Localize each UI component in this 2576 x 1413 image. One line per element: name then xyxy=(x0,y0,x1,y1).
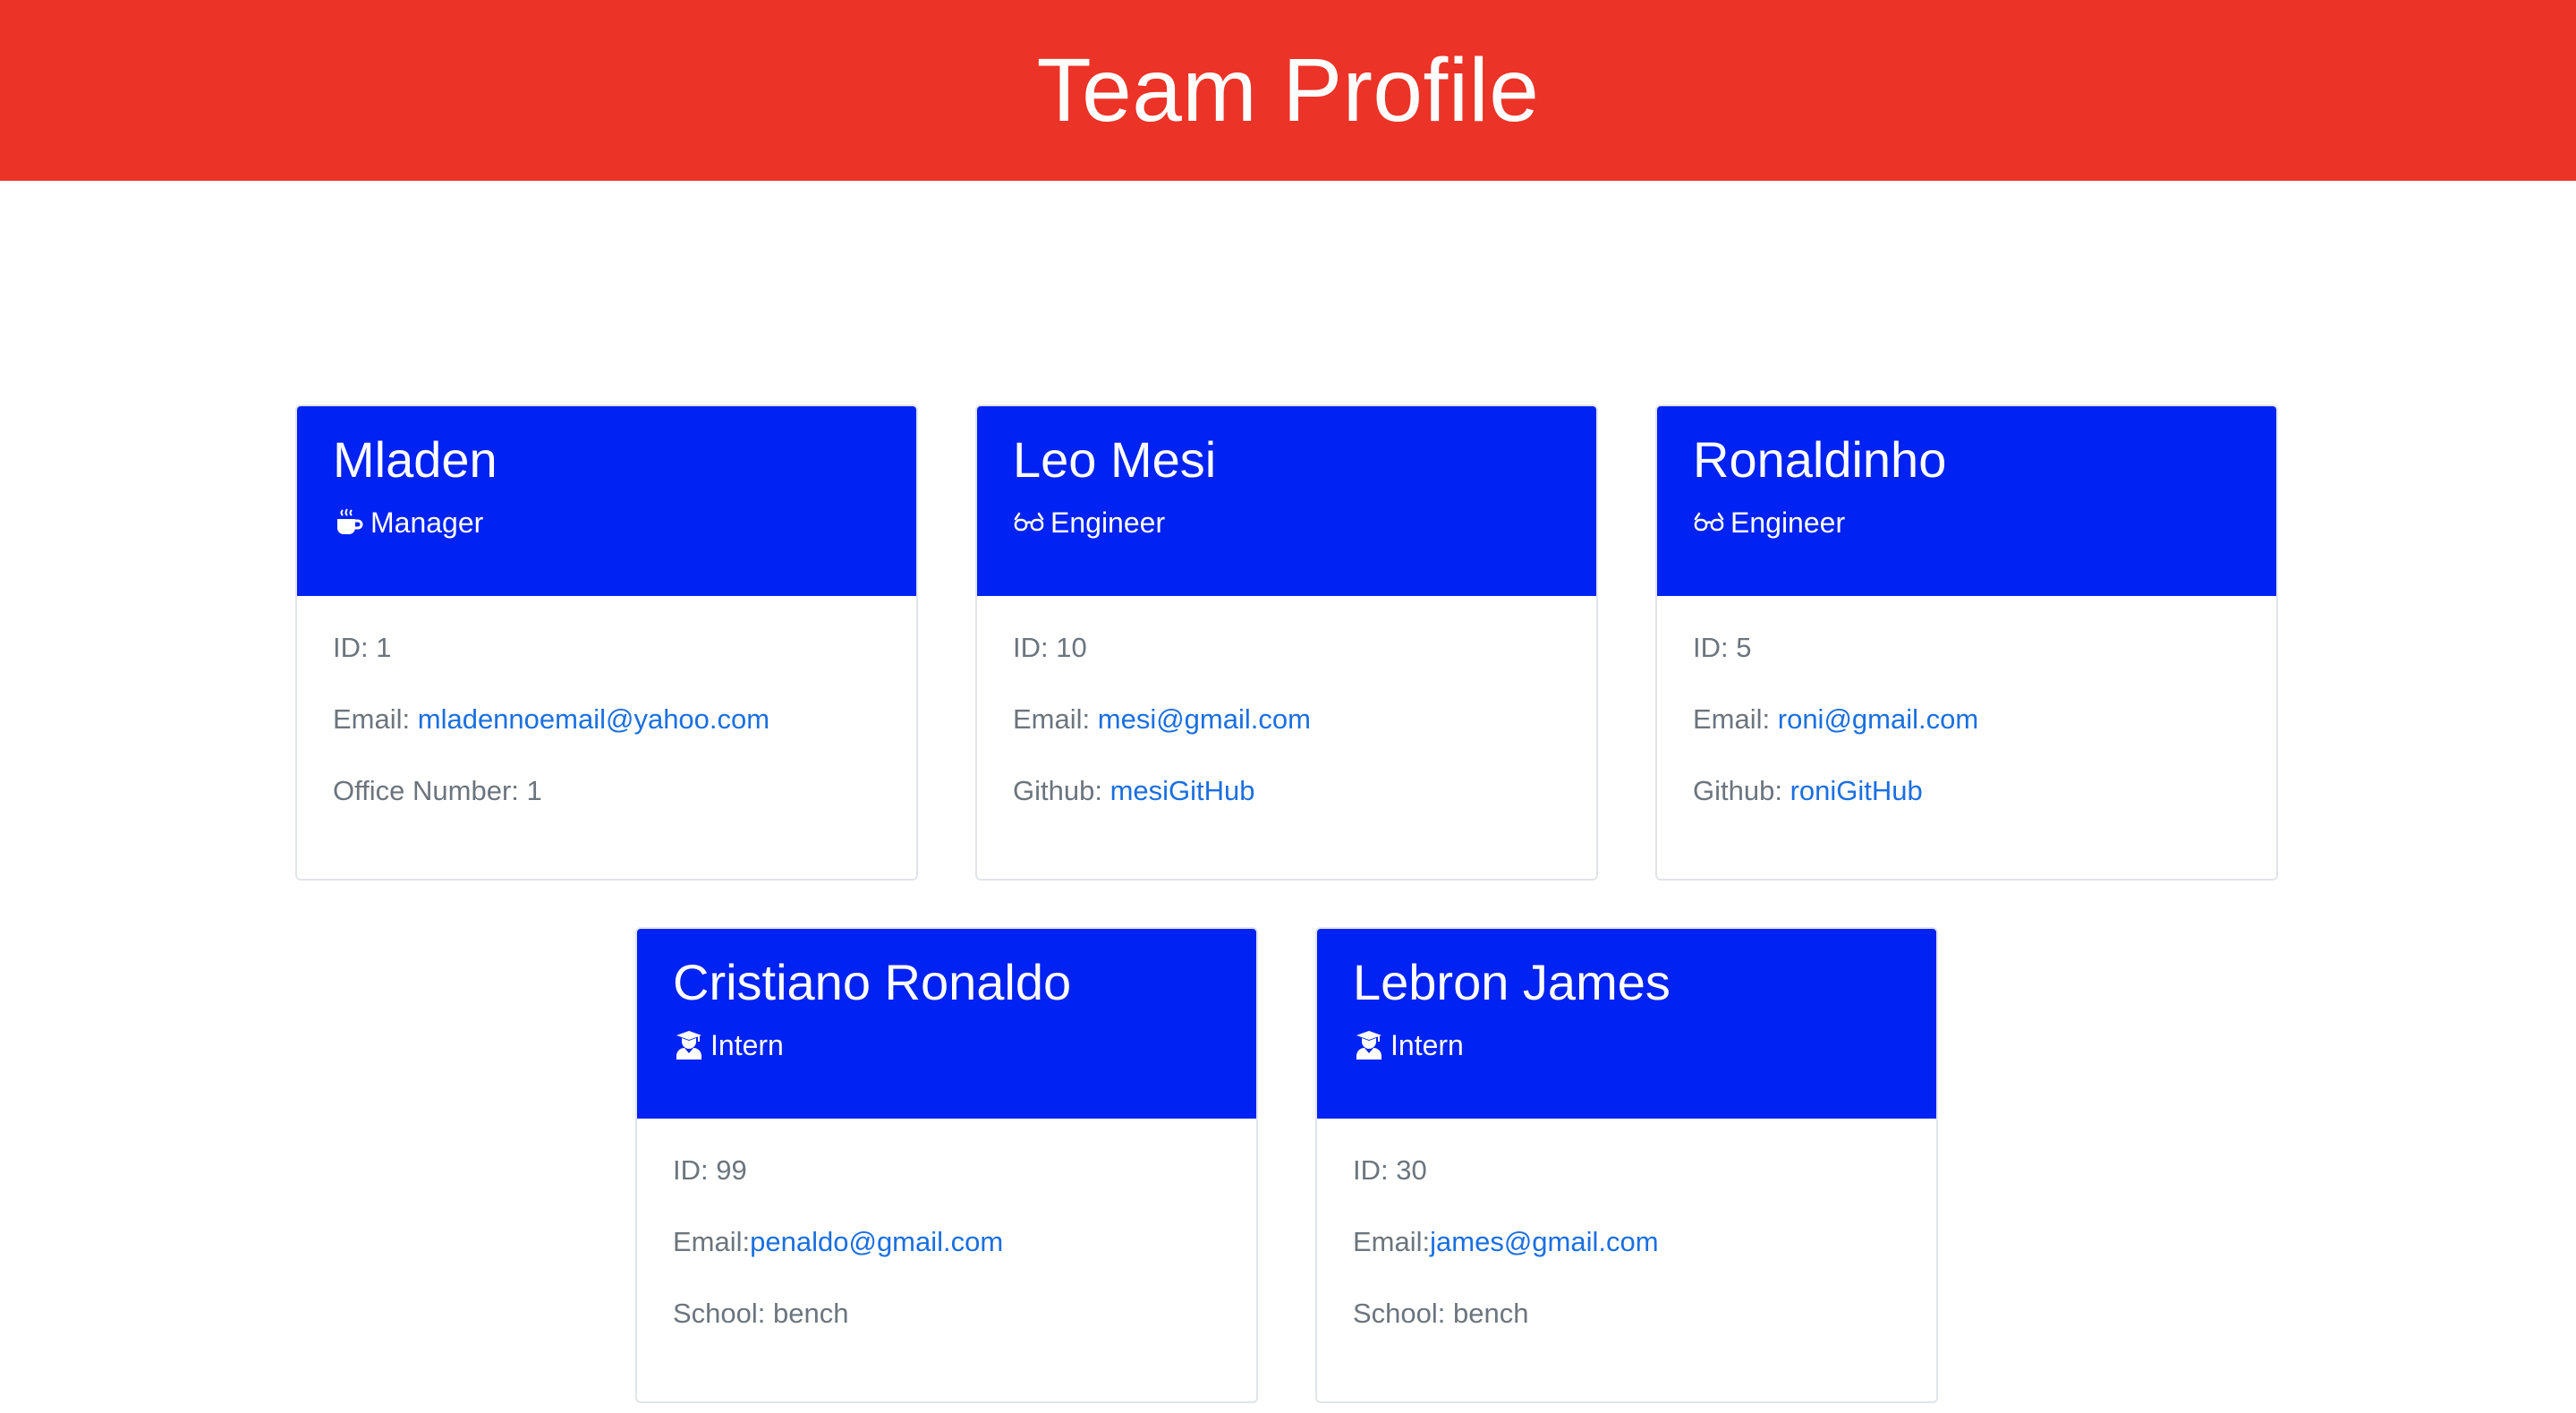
email-link[interactable]: roni@gmail.com xyxy=(1778,703,1978,735)
card-body: ID: 99 Email:penaldo@gmail.com School: b… xyxy=(637,1119,1256,1332)
employee-name: Cristiano Ronaldo xyxy=(673,954,1072,1010)
employee-card: Lebron James Intern ID: 30 Email:james@g… xyxy=(1315,927,1938,1403)
role-label: Intern xyxy=(710,1029,784,1061)
graduate-icon xyxy=(673,1029,705,1061)
role-label: Engineer xyxy=(1730,506,1846,539)
email-label: Email: xyxy=(1693,703,1778,735)
github-row: Github: roniGitHub xyxy=(1693,773,2240,809)
github-link[interactable]: roniGitHub xyxy=(1790,775,1923,806)
employee-card: Cristiano Ronaldo Intern ID: 99 Email:pe… xyxy=(635,927,1258,1403)
email-label: Email: xyxy=(1353,1226,1431,1257)
employee-role: Engineer xyxy=(1013,505,1560,541)
email-label: Email: xyxy=(333,703,418,735)
employee-name: Mladen xyxy=(333,431,497,488)
employee-role: Intern xyxy=(1353,1027,1900,1063)
employee-email-row: Email: roni@gmail.com xyxy=(1693,702,2240,737)
employee-id: ID: 30 xyxy=(1353,1154,1427,1186)
employee-name: Ronaldinho xyxy=(1693,431,1947,488)
github-link[interactable]: mesiGitHub xyxy=(1110,775,1255,806)
email-link[interactable]: mesi@gmail.com xyxy=(1098,703,1311,735)
role-label: Intern xyxy=(1390,1029,1464,1061)
page-header: Team Profile xyxy=(0,0,2576,181)
card-body: ID: 30 Email:james@gmail.com School: ben… xyxy=(1317,1119,1936,1332)
employee-card: Mladen Manager ID: 1 Email: mladennoemai… xyxy=(295,404,918,881)
employee-role: Engineer xyxy=(1693,505,2240,541)
employee-card: Ronaldinho Engineer ID: 5 Email: roni@gm… xyxy=(1655,404,2278,881)
employee-card: Leo Mesi Engineer ID: 10 Email: mesi@gma… xyxy=(975,404,1598,881)
employee-id: ID: 5 xyxy=(1693,632,1752,663)
card-header: Lebron James Intern xyxy=(1317,929,1936,1119)
employee-id: ID: 99 xyxy=(673,1154,747,1186)
github-label: Github: xyxy=(1013,775,1110,806)
glasses-icon xyxy=(1693,506,1725,539)
employee-email-row: Email:penaldo@gmail.com xyxy=(673,1224,1220,1260)
email-link[interactable]: james@gmail.com xyxy=(1430,1226,1658,1257)
page-title: Team Profile xyxy=(1036,40,1540,140)
employee-email-row: Email: mesi@gmail.com xyxy=(1013,702,1560,737)
card-header: Leo Mesi Engineer xyxy=(977,406,1596,596)
employee-name: Leo Mesi xyxy=(1013,431,1217,488)
mug-icon xyxy=(333,506,365,539)
role-label: Engineer xyxy=(1050,506,1166,539)
github-row: Github: mesiGitHub xyxy=(1013,773,1560,809)
email-label: Email: xyxy=(673,1226,751,1257)
office-number: Office Number: 1 xyxy=(333,775,542,806)
employee-role: Intern xyxy=(673,1027,1220,1063)
email-link[interactable]: mladennoemail@yahoo.com xyxy=(418,703,769,735)
card-header: Ronaldinho Engineer xyxy=(1657,406,2276,596)
employee-name: Lebron James xyxy=(1353,954,1671,1010)
glasses-icon xyxy=(1013,506,1045,539)
card-header: Cristiano Ronaldo Intern xyxy=(637,929,1256,1119)
email-link[interactable]: penaldo@gmail.com xyxy=(750,1226,1003,1257)
school-row: School: bench xyxy=(673,1298,849,1329)
graduate-icon xyxy=(1353,1029,1385,1061)
card-body: ID: 1 Email: mladennoemail@yahoo.com Off… xyxy=(297,596,916,809)
role-label: Manager xyxy=(370,506,484,539)
card-header: Mladen Manager xyxy=(297,406,916,596)
github-label: Github: xyxy=(1693,775,1790,806)
employee-id: ID: 1 xyxy=(333,632,392,663)
school-row: School: bench xyxy=(1353,1298,1529,1329)
employee-role: Manager xyxy=(333,505,880,541)
employee-email-row: Email: mladennoemail@yahoo.com xyxy=(333,702,880,737)
employee-id: ID: 10 xyxy=(1013,632,1087,663)
employee-email-row: Email:james@gmail.com xyxy=(1353,1224,1900,1260)
card-body: ID: 5 Email: roni@gmail.com Github: roni… xyxy=(1657,596,2276,809)
card-body: ID: 10 Email: mesi@gmail.com Github: mes… xyxy=(977,596,1596,809)
email-label: Email: xyxy=(1013,703,1098,735)
